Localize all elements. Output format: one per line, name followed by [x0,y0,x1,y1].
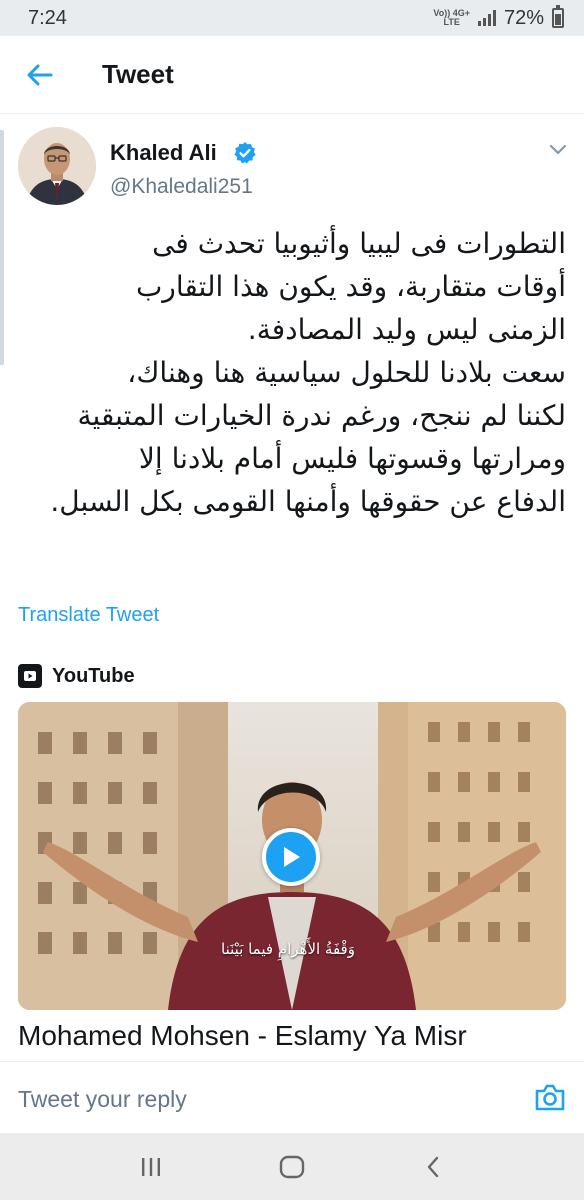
back-nav-button[interactable] [403,1142,463,1192]
status-indicators: Vo)) 4G+ LTE 72% [433,5,564,30]
verified-badge-icon [234,142,256,164]
back-chevron-icon [428,1156,439,1177]
camera-icon[interactable] [534,1082,566,1112]
tweet-text-line: أوقات متقاربة، وقد يكون هذا التقارب [135,270,566,303]
recents-icon [141,1157,160,1176]
home-icon [279,1155,305,1178]
avatar-image [18,127,96,205]
author-handle[interactable]: @Khaledali251 [110,175,253,199]
tweet-text-line: سعت بلادنا للحلول سياسية هنا وهناك، [127,356,566,389]
reply-bar: Tweet your reply [0,1061,584,1133]
page-title: Tweet [102,59,174,89]
card-source-label: YouTube [52,664,135,687]
video-thumbnail[interactable]: وَقْفَةُ الأَهْرامِ فيما بَيْنَنا [18,702,566,1010]
home-button[interactable] [262,1142,322,1192]
recents-button[interactable] [121,1142,181,1192]
translate-tweet-link[interactable]: Translate Tweet [18,604,159,627]
video-subtitle: وَقْفَةُ الأَهْرامِ فيما بَيْنَنا [221,940,355,958]
scroll-edge-indicator [0,130,4,365]
arrow-left-icon [27,64,53,85]
tweet-text: التطورات فى ليبيا وأثيوبيا تحدث فى أوقات… [14,222,566,523]
tweet-text-line: ومرارتها وقسوتها فليس أمام بلادنا إلا [138,442,566,475]
battery-percent: 72% [503,6,544,29]
signal-icon [477,10,496,26]
system-nav-bar [0,1133,584,1200]
back-button[interactable] [0,36,80,114]
reply-input[interactable]: Tweet your reply [18,1086,187,1113]
avatar[interactable] [18,127,96,205]
author-name[interactable]: Khaled Ali [110,140,217,166]
battery-icon [552,5,564,28]
tweet-text-line: لكننا لم ننجح، ورغم ندرة الخيارات المتبق… [77,399,566,432]
tweet-text-line: التطورات فى ليبيا وأثيوبيا تحدث فى [152,227,566,260]
tweet-header: Khaled Ali @Khaledali251 [18,127,568,209]
card-source: YouTube [18,664,135,688]
status-bar: 7:24 Vo)) 4G+ LTE 72% [0,0,584,36]
network-indicator: Vo)) 4G+ LTE [433,8,470,27]
status-time: 7:24 [28,6,67,29]
app-header: Tweet [0,36,584,114]
youtube-icon [18,664,42,688]
play-icon [284,847,300,867]
video-title[interactable]: Mohamed Mohsen - Eslamy Ya Misr [18,1020,467,1052]
play-button[interactable] [262,828,320,886]
tweet-text-line: الزمنى ليس وليد المصادفة. [247,313,566,346]
tweet-text-line: الدفاع عن حقوقها وأمنها القومى بكل السبل… [50,485,566,518]
chevron-down-icon[interactable] [548,143,568,157]
